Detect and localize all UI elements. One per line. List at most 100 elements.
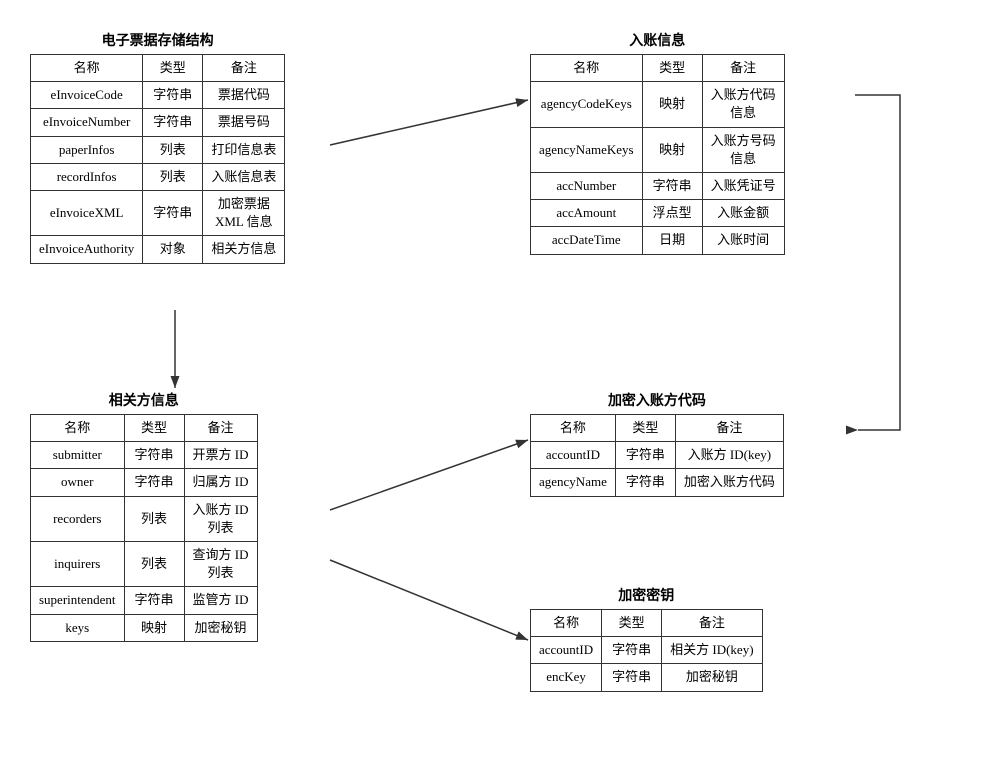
ei-header-3: 备注 (203, 55, 285, 82)
cell: accountID (531, 442, 616, 469)
ei-header-2: 类型 (143, 55, 203, 82)
cell: 票据号码 (203, 109, 285, 136)
cell: paperInfos (31, 136, 143, 163)
cell: 入账方 ID列表 (184, 496, 257, 541)
cell: 字符串 (124, 442, 184, 469)
ei-header-1: 名称 (31, 55, 143, 82)
cell: 加密票据XML 信息 (203, 190, 285, 235)
arrow-agencycode-to-eac (855, 95, 900, 430)
cell: accountID (531, 637, 602, 664)
encrypted-account-code-table: 加密入账方代码 名称 类型 备注 accountID 字符串 入账方 ID(ke… (530, 390, 784, 497)
cell: 字符串 (124, 587, 184, 614)
eac-header-2: 类型 (615, 415, 675, 442)
rp-header-3: 备注 (184, 415, 257, 442)
cell: agencyName (531, 469, 616, 496)
table-row: encKey 字符串 加密秘钥 (531, 664, 763, 691)
cell: agencyNameKeys (531, 127, 643, 172)
cell: 票据代码 (203, 82, 285, 109)
electronic-invoice-title: 电子票据存储结构 (30, 30, 285, 50)
eac-header-3: 备注 (675, 415, 783, 442)
cell: 加密秘钥 (662, 664, 762, 691)
cell: 字符串 (642, 172, 702, 199)
cell: encKey (531, 664, 602, 691)
account-info-title: 入账信息 (530, 30, 785, 50)
table-row: paperInfos 列表 打印信息表 (31, 136, 285, 163)
arrow-recorders-to-eac (330, 440, 528, 510)
cell: 入账信息表 (203, 163, 285, 190)
cell: 入账方代码信息 (702, 82, 784, 127)
table-row: submitter 字符串 开票方 ID (31, 442, 258, 469)
table-row: eInvoiceAuthority 对象 相关方信息 (31, 236, 285, 263)
cell: 相关方信息 (203, 236, 285, 263)
cell: recorders (31, 496, 125, 541)
table-row: agencyName 字符串 加密入账方代码 (531, 469, 784, 496)
cell: 加密秘钥 (184, 614, 257, 641)
cell: 映射 (642, 127, 702, 172)
encryption-key-title: 加密密钥 (530, 585, 763, 605)
ai-header-2: 类型 (642, 55, 702, 82)
cell: 查询方 ID列表 (184, 541, 257, 586)
cell: agencyCodeKeys (531, 82, 643, 127)
cell: 对象 (143, 236, 203, 263)
cell: 字符串 (143, 82, 203, 109)
cell: 入账时间 (702, 227, 784, 254)
cell: 入账凭证号 (702, 172, 784, 199)
ek-header-2: 类型 (602, 610, 662, 637)
cell: accAmount (531, 200, 643, 227)
cell: 字符串 (143, 190, 203, 235)
electronic-invoice-table: 电子票据存储结构 名称 类型 备注 eInvoiceCode 字符串 票据代码 … (30, 30, 285, 264)
table-row: accNumber 字符串 入账凭证号 (531, 172, 785, 199)
cell: 日期 (642, 227, 702, 254)
cell: inquirers (31, 541, 125, 586)
cell: 字符串 (602, 664, 662, 691)
ai-header-1: 名称 (531, 55, 643, 82)
cell: 归属方 ID (184, 469, 257, 496)
table-row: accAmount 浮点型 入账金额 (531, 200, 785, 227)
cell: 相关方 ID(key) (662, 637, 762, 664)
cell: recordInfos (31, 163, 143, 190)
table-row: keys 映射 加密秘钥 (31, 614, 258, 641)
cell: eInvoiceCode (31, 82, 143, 109)
cell: 列表 (143, 163, 203, 190)
cell: superintendent (31, 587, 125, 614)
table-row: agencyNameKeys 映射 入账方号码信息 (531, 127, 785, 172)
cell: 字符串 (615, 469, 675, 496)
cell: 入账方 ID(key) (675, 442, 783, 469)
related-party-title: 相关方信息 (30, 390, 258, 410)
cell: 入账方号码信息 (702, 127, 784, 172)
rp-header-2: 类型 (124, 415, 184, 442)
cell: 列表 (143, 136, 203, 163)
cell: 入账金额 (702, 200, 784, 227)
table-row: eInvoiceCode 字符串 票据代码 (31, 82, 285, 109)
table-row: superintendent 字符串 监管方 ID (31, 587, 258, 614)
eac-header-1: 名称 (531, 415, 616, 442)
table-row: eInvoiceNumber 字符串 票据号码 (31, 109, 285, 136)
cell: 监管方 ID (184, 587, 257, 614)
diagram-container: 电子票据存储结构 名称 类型 备注 eInvoiceCode 字符串 票据代码 … (0, 0, 1000, 775)
account-info-table: 入账信息 名称 类型 备注 agencyCodeKeys 映射 入账方代码信息 … (530, 30, 785, 255)
arrow-inquirers-to-key (330, 560, 528, 640)
cell: accNumber (531, 172, 643, 199)
cell: submitter (31, 442, 125, 469)
cell: 字符串 (615, 442, 675, 469)
table-row: agencyCodeKeys 映射 入账方代码信息 (531, 82, 785, 127)
table-row: inquirers 列表 查询方 ID列表 (31, 541, 258, 586)
cell: eInvoiceAuthority (31, 236, 143, 263)
cell: 开票方 ID (184, 442, 257, 469)
cell: keys (31, 614, 125, 641)
arrow-record-to-account (330, 100, 528, 145)
table-row: accDateTime 日期 入账时间 (531, 227, 785, 254)
cell: 字符串 (143, 109, 203, 136)
table-row: owner 字符串 归属方 ID (31, 469, 258, 496)
related-party-table: 相关方信息 名称 类型 备注 submitter 字符串 开票方 ID owne… (30, 390, 258, 642)
table-row: accountID 字符串 入账方 ID(key) (531, 442, 784, 469)
table-row: eInvoiceXML 字符串 加密票据XML 信息 (31, 190, 285, 235)
cell: 字符串 (124, 469, 184, 496)
table-row: recordInfos 列表 入账信息表 (31, 163, 285, 190)
cell: eInvoiceXML (31, 190, 143, 235)
cell: 浮点型 (642, 200, 702, 227)
encrypted-account-code-title: 加密入账方代码 (530, 390, 784, 410)
rp-header-1: 名称 (31, 415, 125, 442)
cell: eInvoiceNumber (31, 109, 143, 136)
cell: 字符串 (602, 637, 662, 664)
